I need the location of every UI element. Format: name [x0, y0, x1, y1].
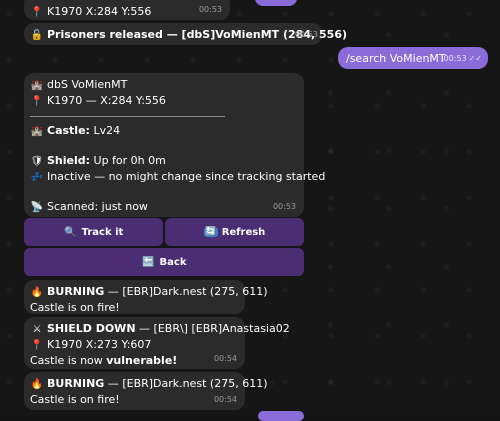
message-text: Castle is now — [30, 354, 107, 367]
read-checkmarks-icon: ✓✓ — [468, 54, 482, 63]
message-shield-down: ⚔ SHIELD DOWN — [EBR\] [EBR]Anastasia02 📍… — [24, 317, 290, 369]
scanned-status: Scanned: just now — [47, 200, 148, 213]
message-text: Castle is on fire! — [30, 393, 120, 406]
fire-icon: 🔥 — [30, 379, 44, 390]
message-coords: K1970 X:273 Y:607 — [47, 338, 152, 351]
pin-icon: 📍 — [30, 96, 44, 107]
burning-title: BURNING — [47, 285, 105, 298]
back-label: Back — [159, 256, 187, 268]
fire-icon: 🔥 — [30, 287, 44, 298]
message-coords-partial: 📍 K1970 X:284 Y:556 00:53 — [24, 0, 230, 20]
castle-label: Castle: — [47, 124, 90, 137]
message-burning: 🔥 BURNING — [EBR]Dark.nest (275, 611) Cas… — [24, 280, 268, 314]
castle-level: Lv24 — [93, 124, 121, 137]
message-text: — [EBR\] [EBR]Anastasia02 — [139, 322, 290, 335]
lock-icon: 🔓 — [30, 30, 44, 41]
player-info-card: 🏰 dbS VoMienMT 📍 K1970 — X:284 Y:556 🏰 Cast… — [24, 73, 325, 217]
message-time: 00:53 — [272, 202, 296, 211]
message-text-bold: vulnerable! — [106, 354, 178, 367]
shield-status: Up for 0h 0m — [93, 154, 166, 167]
message-time: 00:53 ✓✓ — [443, 54, 482, 63]
top-outgoing-partial — [255, 0, 297, 6]
shield-icon: 🛡 — [30, 156, 44, 167]
refresh-icon: 🔄 — [203, 227, 218, 237]
message-time: 00:54 — [213, 395, 237, 404]
crossed-swords-icon: ⚔ — [32, 324, 42, 335]
message-time: 00:53 — [294, 30, 318, 39]
refresh-label: Refresh — [221, 226, 266, 238]
track-it-button[interactable]: 🔍 Track it — [24, 218, 163, 246]
player-name: dbS VoMienMT — [47, 78, 128, 91]
message-text: — [EBR]Dark.nest (275, 611) — [107, 285, 268, 298]
message-time: 00:53 — [198, 5, 222, 14]
message-prisoners-released: 🔓 Prisoners released — [dbS]VoMienMT (284… — [24, 23, 347, 45]
track-it-label: Track it — [81, 226, 124, 238]
magnifier-icon: 🔍 — [64, 226, 77, 238]
message-time: 00:54 — [213, 354, 237, 363]
message-burning: 🔥 BURNING — [EBR]Dark.nest (275, 611) Cas… — [24, 372, 268, 410]
pin-icon: 📍 — [30, 7, 44, 18]
player-coords: K1970 — X:284 Y:556 — [47, 94, 166, 107]
message-text: Castle is on fire! — [30, 301, 120, 314]
outgoing-search-message: /search VoMienMT 00:53 ✓✓ — [338, 47, 488, 69]
back-arrow-icon: 🔙 — [142, 256, 155, 268]
refresh-button[interactable]: 🔄 Refresh — [165, 218, 304, 246]
shield-label: Shield: — [47, 154, 91, 167]
divider — [30, 116, 225, 117]
pin-icon: 📍 — [30, 340, 44, 351]
castle-icon: 🏰 — [30, 126, 44, 137]
zzz-icon: 💤 — [30, 172, 44, 183]
back-button[interactable]: 🔙 Back — [24, 248, 304, 276]
message-text: K1970 X:284 Y:556 — [47, 5, 152, 18]
bottom-outgoing-partial — [258, 411, 304, 421]
inactive-status: Inactive — no might change since trackin… — [47, 170, 326, 183]
message-text: /search VoMienMT — [346, 52, 446, 65]
castle-icon: 🏰 — [30, 80, 44, 91]
burning-title: BURNING — [47, 377, 105, 390]
shield-down-title: SHIELD DOWN — [47, 322, 136, 335]
satellite-icon: 📡 — [30, 202, 44, 213]
message-text: — [EBR]Dark.nest (275, 611) — [107, 377, 268, 390]
